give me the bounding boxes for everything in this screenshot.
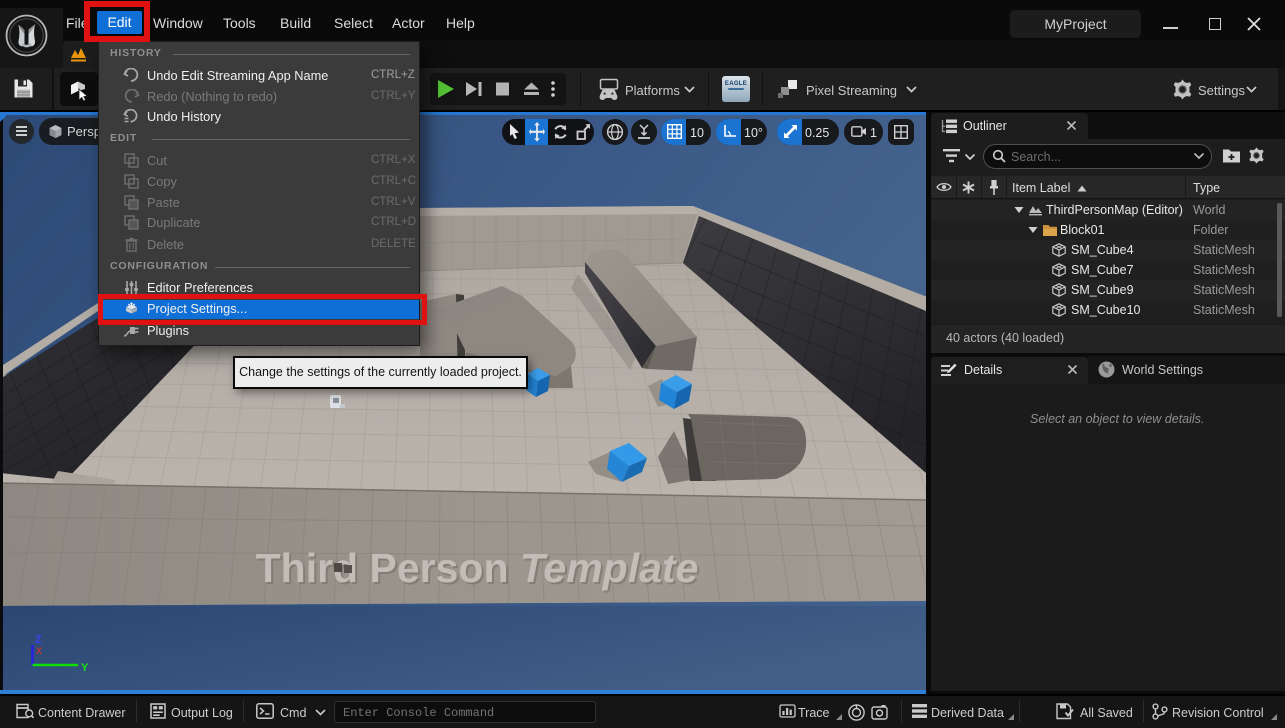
- svg-text:Third Person Template: Third Person Template: [256, 545, 699, 591]
- svg-text:X: X: [36, 646, 42, 656]
- svg-text:Z: Z: [35, 634, 42, 646]
- svg-text:Y: Y: [81, 662, 89, 674]
